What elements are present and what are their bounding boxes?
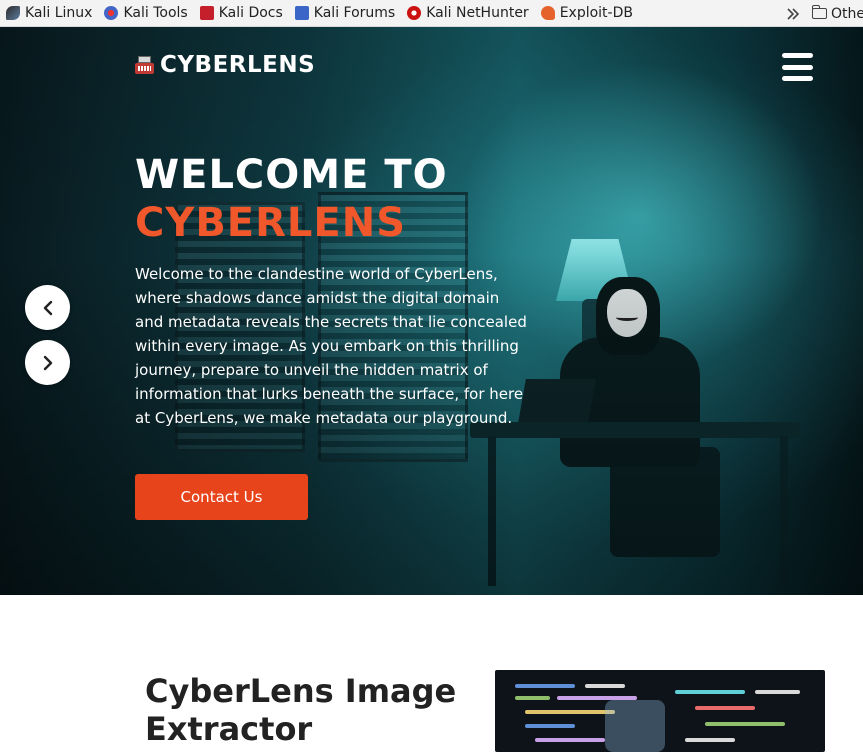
bookmark-label: Kali Docs bbox=[218, 5, 283, 21]
code-screenshot-image bbox=[495, 670, 825, 752]
bookmark-label: Kali Linux bbox=[25, 5, 93, 21]
hero-title-line1: WELCOME TO bbox=[135, 152, 448, 198]
folder-icon bbox=[811, 5, 827, 19]
kali-docs-icon bbox=[199, 6, 214, 20]
brand-logo[interactable]: CYBERLENS bbox=[135, 52, 315, 78]
bookmark-exploit-db[interactable]: Exploit-DB bbox=[535, 0, 639, 26]
bookmark-label: Exploit-DB bbox=[559, 5, 633, 21]
typewriter-icon bbox=[135, 55, 154, 75]
brand-name: CYBERLENS bbox=[160, 52, 316, 78]
bookmark-kali-tools[interactable]: Kali Tools bbox=[98, 0, 193, 26]
hamburger-menu-icon bbox=[782, 53, 813, 58]
bookmarks-overflow-button[interactable] bbox=[782, 0, 804, 26]
double-chevron-right-icon bbox=[787, 7, 800, 20]
hero-intro-text: Welcome to the clandestine world of Cybe… bbox=[135, 265, 527, 427]
kali-tools-icon bbox=[104, 6, 119, 20]
kali-forums-icon bbox=[294, 6, 309, 20]
bookmark-label: Kali Forums bbox=[313, 5, 396, 21]
bookmark-label: Kali NetHunter bbox=[426, 5, 529, 21]
chevron-right-icon bbox=[43, 355, 52, 370]
bookmark-kali-docs[interactable]: Kali Docs bbox=[194, 0, 289, 26]
contact-us-button[interactable]: Contact Us bbox=[135, 474, 308, 520]
exploit-db-icon bbox=[540, 6, 555, 20]
bookmarks-bar: Kali Linux Kali Tools Kali Docs Kali For… bbox=[0, 0, 863, 27]
hamburger-line bbox=[782, 64, 813, 70]
bookmark-kali-linux[interactable]: Kali Linux bbox=[0, 0, 98, 26]
bookmark-other-folder[interactable]: Othe bbox=[811, 0, 863, 26]
kali-linux-icon bbox=[6, 6, 20, 20]
kali-nethunter-icon bbox=[407, 6, 422, 20]
bookmark-kali-nethunter[interactable]: Kali NetHunter bbox=[401, 0, 534, 26]
bookmark-label: Kali Tools bbox=[123, 5, 188, 21]
hero-title-line2: CYBERLENS bbox=[135, 200, 407, 246]
hamburger-menu-button[interactable] bbox=[782, 52, 813, 82]
chevron-left-icon bbox=[43, 300, 52, 315]
bookmark-other-label: Othe bbox=[831, 5, 863, 22]
bookmark-kali-forums[interactable]: Kali Forums bbox=[289, 0, 401, 26]
carousel-prev-button[interactable] bbox=[25, 285, 70, 330]
section-title: CyberLens Image Extractor bbox=[145, 672, 457, 748]
hamburger-line bbox=[782, 76, 813, 81]
carousel-next-button[interactable] bbox=[25, 340, 70, 385]
